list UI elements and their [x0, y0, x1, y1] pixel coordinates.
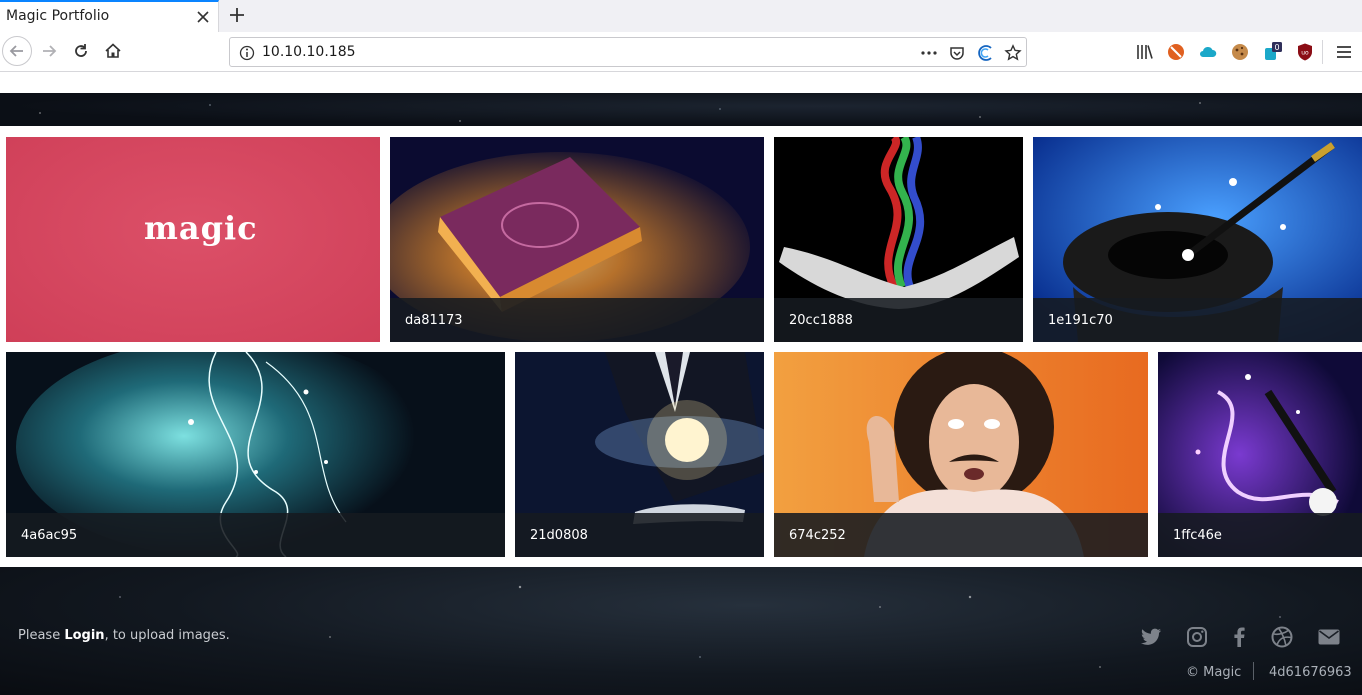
url-bar[interactable]: 10.10.10.185 — [229, 37, 1027, 67]
copyright: © Magic — [1186, 665, 1242, 680]
svg-text:uo: uo — [1301, 50, 1309, 57]
cookie-icon[interactable] — [1230, 42, 1250, 62]
forward-arrow-icon — [43, 45, 57, 57]
forward-button[interactable] — [34, 36, 64, 66]
notification-badge: 0 — [1274, 43, 1279, 52]
tile-caption: 674c252 — [774, 513, 1148, 557]
gallery-tile[interactable]: 20cc1888 — [774, 137, 1023, 342]
wappalyzer-icon[interactable] — [976, 44, 994, 62]
tab-strip: Magic Portfolio — [0, 0, 1362, 32]
gallery-tile[interactable]: 1ffc46e — [1158, 352, 1362, 557]
toolbar-separator — [1322, 40, 1323, 64]
facebook-icon[interactable] — [1227, 625, 1251, 649]
url-text: 10.10.10.185 — [262, 44, 356, 60]
gallery-tile[interactable]: da81173 — [390, 137, 764, 342]
tab-magic-portfolio[interactable]: Magic Portfolio — [0, 0, 219, 32]
login-prompt: Please Login, to upload images. — [18, 628, 230, 643]
logo-tile[interactable]: magic — [6, 137, 380, 342]
cloud-icon[interactable] — [1198, 42, 1218, 62]
header-starfield — [0, 93, 1362, 126]
back-button[interactable] — [2, 36, 32, 66]
tile-caption: 1ffc46e — [1158, 513, 1362, 557]
info-icon[interactable] — [238, 44, 256, 62]
pocket-icon[interactable] — [948, 44, 966, 62]
back-arrow-icon — [9, 45, 23, 57]
library-icon[interactable] — [1135, 42, 1155, 62]
tile-caption: 1e191c70 — [1033, 298, 1362, 342]
page-actions-icon[interactable] — [920, 44, 938, 62]
tab-title: Magic Portfolio — [6, 8, 110, 24]
dribbble-icon[interactable] — [1270, 625, 1294, 649]
home-icon — [105, 43, 121, 58]
instagram-icon[interactable] — [1185, 625, 1209, 649]
footer-divider — [1253, 662, 1254, 680]
tile-caption: 20cc1888 — [774, 298, 1023, 342]
gallery-tile[interactable]: 21d0808 — [515, 352, 764, 557]
twitter-icon[interactable] — [1139, 625, 1163, 649]
blocker-extension-icon[interactable] — [1166, 42, 1186, 62]
bookmark-star-icon[interactable] — [1004, 44, 1022, 62]
gallery-tile[interactable]: 1e191c70 — [1033, 137, 1362, 342]
page: magic da81173 20cc1888 1e191c70 4a6ac95 … — [0, 72, 1362, 695]
navigation-bar: 10.10.10.185 0 uo — [0, 32, 1362, 72]
tile-caption: da81173 — [390, 298, 764, 342]
gallery-tile[interactable]: 674c252 — [774, 352, 1148, 557]
footer-hash: 4d61676963 — [1269, 665, 1352, 680]
tile-caption: 21d0808 — [515, 513, 764, 557]
home-button[interactable] — [98, 36, 128, 66]
notification-extension-icon[interactable]: 0 — [1262, 42, 1282, 62]
menu-icon[interactable] — [1334, 42, 1354, 62]
gallery-tile[interactable]: 4a6ac95 — [6, 352, 505, 557]
tile-caption: 4a6ac95 — [6, 513, 505, 557]
new-tab-icon[interactable] — [227, 5, 247, 25]
email-icon[interactable] — [1317, 625, 1341, 649]
login-link[interactable]: Login — [64, 628, 104, 643]
magic-logo: magic — [144, 209, 258, 247]
ublock-icon[interactable]: uo — [1295, 42, 1315, 62]
reload-icon — [75, 44, 87, 57]
reload-button[interactable] — [66, 36, 96, 66]
close-tab-icon[interactable] — [194, 8, 212, 26]
